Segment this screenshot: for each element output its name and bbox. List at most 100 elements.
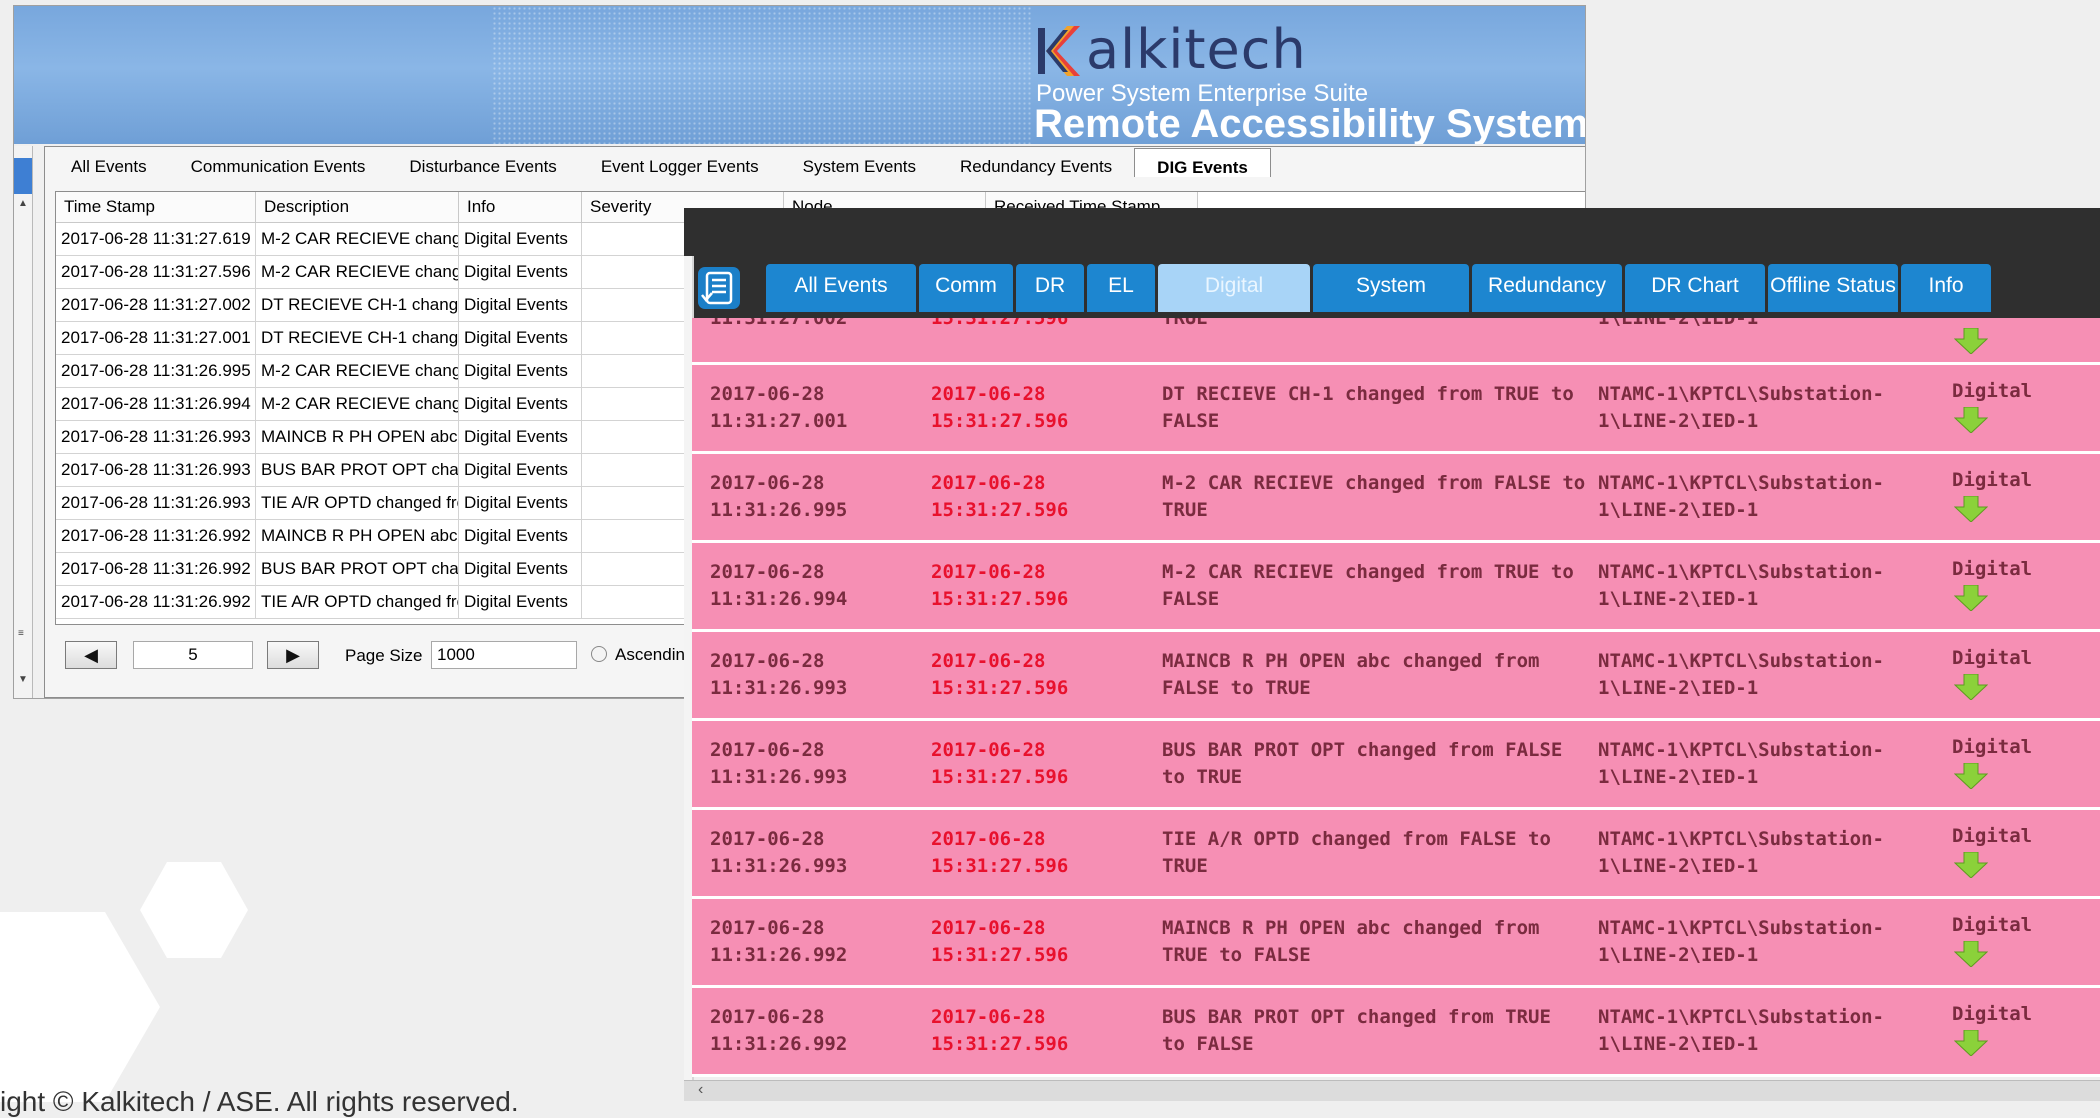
event-row[interactable]: 2017-06-28 11:31:26.993 2017-06-28 15:31:… xyxy=(692,721,2100,810)
scroll-up-icon[interactable]: ▲ xyxy=(18,198,28,209)
web-tab-dr[interactable]: DR xyxy=(1016,264,1084,312)
event-description: TIE A/R OPTD changed from FALSE to TRUE xyxy=(1162,828,1551,877)
table-cell: Digital Events xyxy=(458,387,582,421)
web-tab-info[interactable]: Info xyxy=(1901,264,1991,312)
decor-hexagon-small xyxy=(140,862,248,958)
down-arrow-icon xyxy=(1953,584,1989,612)
right-triangle-icon: ▶ xyxy=(286,645,300,665)
table-cell: BUS BAR PROT OPT chang... xyxy=(255,453,459,487)
event-node: NTAMC-1\KPTCL\Substation- 1\LINE-2\IED-1 xyxy=(1598,561,1884,610)
table-cell: TIE A/R OPTD changed from... xyxy=(255,486,459,520)
event-row[interactable]: 11:31:27.002 15:31:27.596 TRUE 1\LINE-2\IED… xyxy=(692,318,2100,365)
table-cell: Digital Events xyxy=(458,420,582,454)
event-node: NTAMC-1\KPTCL\Substation- 1\LINE-2\IED-1 xyxy=(1598,650,1884,699)
web-tab-digital[interactable]: Digital xyxy=(1158,264,1310,312)
web-tab-all-events[interactable]: All Events xyxy=(766,264,916,312)
left-panel-selection[interactable] xyxy=(14,158,32,194)
table-cell: DT RECIEVE CH-1 changed f... xyxy=(255,288,459,322)
event-row[interactable]: 2017-06-28 11:31:26.993 2017-06-28 15:31:… xyxy=(692,810,2100,899)
event-row[interactable]: 2017-06-28 11:31:26.994 2017-06-28 15:31:… xyxy=(692,543,2100,632)
event-type: Digital xyxy=(1952,469,2033,491)
table-cell: 2017-06-28 11:31:26.993 xyxy=(56,420,256,454)
ascending-option[interactable]: Ascending xyxy=(591,645,694,665)
scroll-down-icon[interactable]: ▼ xyxy=(18,674,28,685)
table-cell: 2017-06-28 11:31:27.596 xyxy=(56,255,256,289)
table-cell: M-2 CAR RECIEVE changed ... xyxy=(255,354,459,388)
horizontal-scrollbar[interactable]: ‹ xyxy=(684,1080,2100,1101)
event-row[interactable]: 2017-06-28 11:31:26.992 2017-06-28 15:31:… xyxy=(692,899,2100,988)
down-arrow-icon xyxy=(1953,1029,1989,1057)
column-header-info[interactable]: Info xyxy=(458,192,582,223)
event-node: NTAMC-1\KPTCL\Substation- 1\LINE-2\IED-1 xyxy=(1598,383,1884,432)
desktop-tab-strip: All Events Communication Events Disturbanc… xyxy=(49,148,1271,183)
table-cell: Digital Events xyxy=(458,453,582,487)
web-tab-dr-chart[interactable]: DR Chart xyxy=(1625,264,1765,312)
table-cell: M-2 CAR RECIEVE changed ... xyxy=(255,387,459,421)
column-header-time-stamp[interactable]: Time Stamp xyxy=(56,192,256,223)
kalkitech-logo: alkitech xyxy=(1036,18,1336,81)
table-cell: 2017-06-28 11:31:26.992 xyxy=(56,552,256,586)
desktop-tab-redundancy-events[interactable]: Redundancy Events xyxy=(938,151,1134,183)
event-description: BUS BAR PROT OPT changed from FALSE to T… xyxy=(1162,739,1563,788)
table-cell: Digital Events xyxy=(458,552,582,586)
logo-wordmark: alkitech xyxy=(1086,18,1307,81)
desktop-tab-dig-events[interactable]: DIG Events xyxy=(1134,148,1271,177)
prev-page-button[interactable]: ◀ xyxy=(65,641,117,669)
desktop-tab-disturbance-events[interactable]: Disturbance Events xyxy=(387,151,578,183)
web-tab-system[interactable]: System xyxy=(1313,264,1469,312)
down-arrow-icon xyxy=(1953,406,1989,434)
desktop-tab-communication-events[interactable]: Communication Events xyxy=(169,151,388,183)
column-header-description[interactable]: Description xyxy=(255,192,459,223)
grip-icon[interactable]: ≡ xyxy=(18,628,24,639)
event-timestamp: 2017-06-28 11:31:26.993 xyxy=(710,650,848,699)
ascending-radio[interactable] xyxy=(591,646,607,662)
next-page-button[interactable]: ▶ xyxy=(267,641,319,669)
web-tab-comm[interactable]: Comm xyxy=(919,264,1013,312)
page-number-field[interactable]: 5 xyxy=(133,641,253,669)
left-triangle-icon: ◀ xyxy=(84,645,98,665)
table-cell: 2017-06-28 11:31:27.002 xyxy=(56,288,256,322)
event-type: Digital xyxy=(1952,558,2033,580)
event-type: Digital xyxy=(1952,825,2033,847)
web-tab-redundancy[interactable]: Redundancy xyxy=(1472,264,1622,312)
web-client-window: All Events Comm DR EL Digital System Redundanc… xyxy=(684,208,2100,1101)
table-cell: 2017-06-28 11:31:27.619 xyxy=(56,222,256,256)
brand-block: alkitech Power System Enterprise Suite R… xyxy=(1024,14,1585,145)
desktop-tab-event-logger-events[interactable]: Event Logger Events xyxy=(579,151,781,183)
event-received-time: 2017-06-28 15:31:27.596 xyxy=(931,917,1069,966)
table-cell: Digital Events xyxy=(458,321,582,355)
event-type: Digital xyxy=(1952,736,2033,758)
table-cell: TIE A/R OPTD changed from... xyxy=(255,585,459,619)
event-node: NTAMC-1\KPTCL\Substation- 1\LINE-2\IED-1 xyxy=(1598,828,1884,877)
event-row[interactable]: 2017-06-28 11:31:26.995 2017-06-28 15:31:… xyxy=(692,454,2100,543)
event-received-time: 15:31:27.596 xyxy=(931,318,1069,329)
web-tab-el[interactable]: EL xyxy=(1087,264,1155,312)
copyright-text: ight © Kalkitech / ASE. All rights reser… xyxy=(0,1086,519,1117)
event-received-time: 2017-06-28 15:31:27.596 xyxy=(931,828,1069,877)
event-description: BUS BAR PROT OPT changed from TRUE to FA… xyxy=(1162,1006,1551,1055)
table-cell: 2017-06-28 11:31:26.993 xyxy=(56,486,256,520)
event-row[interactable]: 2017-06-28 11:31:26.993 2017-06-28 15:31:… xyxy=(692,632,2100,721)
table-cell: M-2 CAR RECIEVE changed ... xyxy=(255,222,459,256)
web-tab-offline-status[interactable]: Offline Status xyxy=(1768,264,1898,312)
desktop-tab-system-events[interactable]: System Events xyxy=(781,151,938,183)
desktop-tab-all-events[interactable]: All Events xyxy=(49,151,169,183)
event-node: 1\LINE-2\IED-1 xyxy=(1598,318,1759,329)
table-cell: Digital Events xyxy=(458,255,582,289)
event-received-time: 2017-06-28 15:31:27.596 xyxy=(931,1006,1069,1055)
table-cell: 2017-06-28 11:31:26.992 xyxy=(56,519,256,553)
decor-hexagon-large xyxy=(0,912,160,1102)
table-cell: 2017-06-28 11:31:26.994 xyxy=(56,387,256,421)
event-description: DT RECIEVE CH-1 changed from TRUE to FAL… xyxy=(1162,383,1574,432)
event-type: Digital xyxy=(1952,380,2033,402)
event-description: M-2 CAR RECIEVE changed from TRUE to FAL… xyxy=(1162,561,1574,610)
event-row[interactable]: 2017-06-28 11:31:27.001 2017-06-28 15:31:… xyxy=(692,365,2100,454)
event-row[interactable]: 2017-06-28 11:31:26.992 2017-06-28 15:31:… xyxy=(692,988,2100,1077)
page-size-field[interactable]: 1000 xyxy=(431,641,577,669)
event-description: TRUE xyxy=(1162,318,1208,329)
scroll-left-icon[interactable]: ‹ xyxy=(698,1081,703,1099)
table-cell: DT RECIEVE CH-1 changed f... xyxy=(255,321,459,355)
event-type: Digital xyxy=(1952,1003,2033,1025)
event-received-time: 2017-06-28 15:31:27.596 xyxy=(931,383,1069,432)
list-check-icon[interactable] xyxy=(698,267,740,309)
